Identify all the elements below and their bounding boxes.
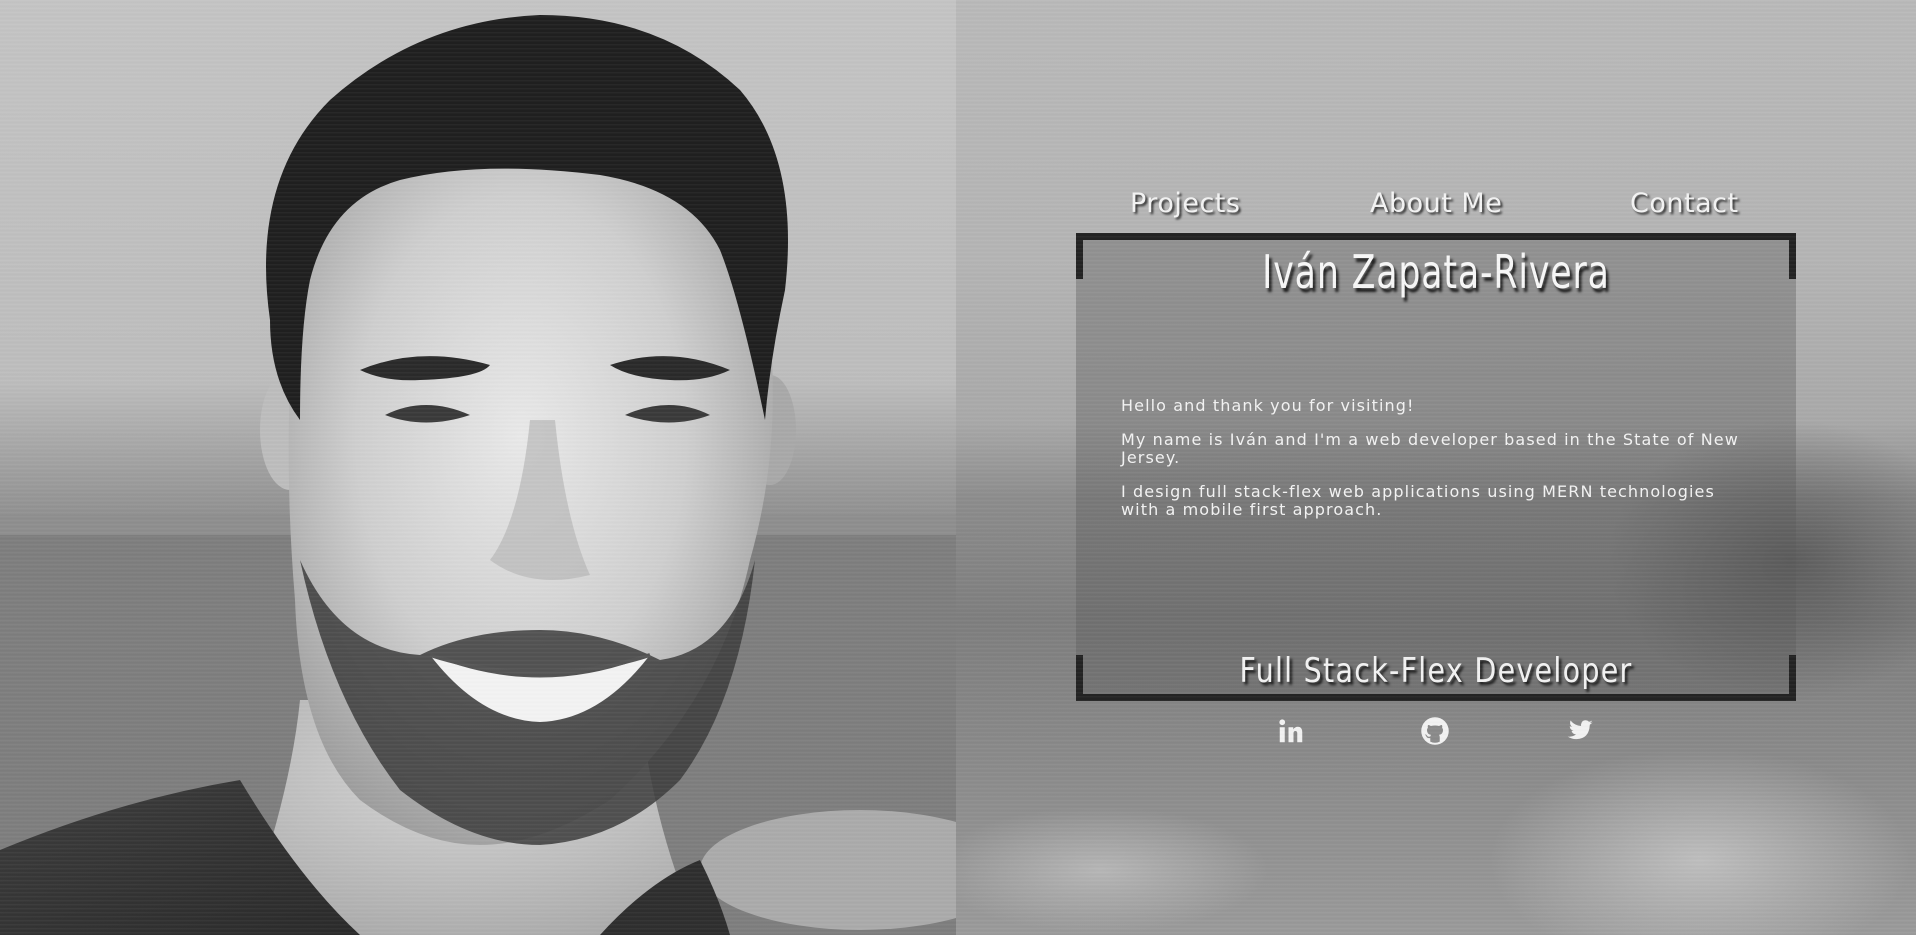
nav-projects-link[interactable]: Projects	[1130, 188, 1240, 219]
linkedin-icon	[1279, 719, 1303, 743]
github-icon	[1421, 717, 1449, 745]
intro-card: Iván Zapata-Rivera Hello and thank you f…	[1076, 233, 1796, 701]
bio-skills: I design full stack-flex web application…	[1121, 482, 1715, 519]
twitter-link[interactable]	[1564, 716, 1594, 746]
bio-text: Hello and thank you for visiting! My nam…	[1121, 397, 1741, 535]
github-link[interactable]	[1420, 716, 1450, 746]
twitter-icon	[1567, 720, 1593, 740]
bio-location: My name is Iván and I'm a web developer …	[1121, 430, 1739, 467]
nav-contact-link[interactable]: Contact	[1630, 188, 1739, 219]
page-background: Projects About Me Contact Iván Zapata-Ri…	[0, 0, 1916, 935]
main-nav: Projects About Me Contact	[1076, 188, 1796, 232]
nav-about-me-link[interactable]: About Me	[1370, 188, 1502, 219]
role-title: Full Stack-Flex Developer	[1239, 651, 1633, 691]
linkedin-link[interactable]	[1276, 716, 1306, 746]
developer-name: Iván Zapata-Rivera	[1262, 245, 1610, 299]
portrait-illustration	[0, 15, 956, 935]
profile-photo	[0, 0, 956, 935]
bio-greeting: Hello and thank you for visiting!	[1121, 396, 1415, 415]
social-links	[1276, 716, 1596, 748]
